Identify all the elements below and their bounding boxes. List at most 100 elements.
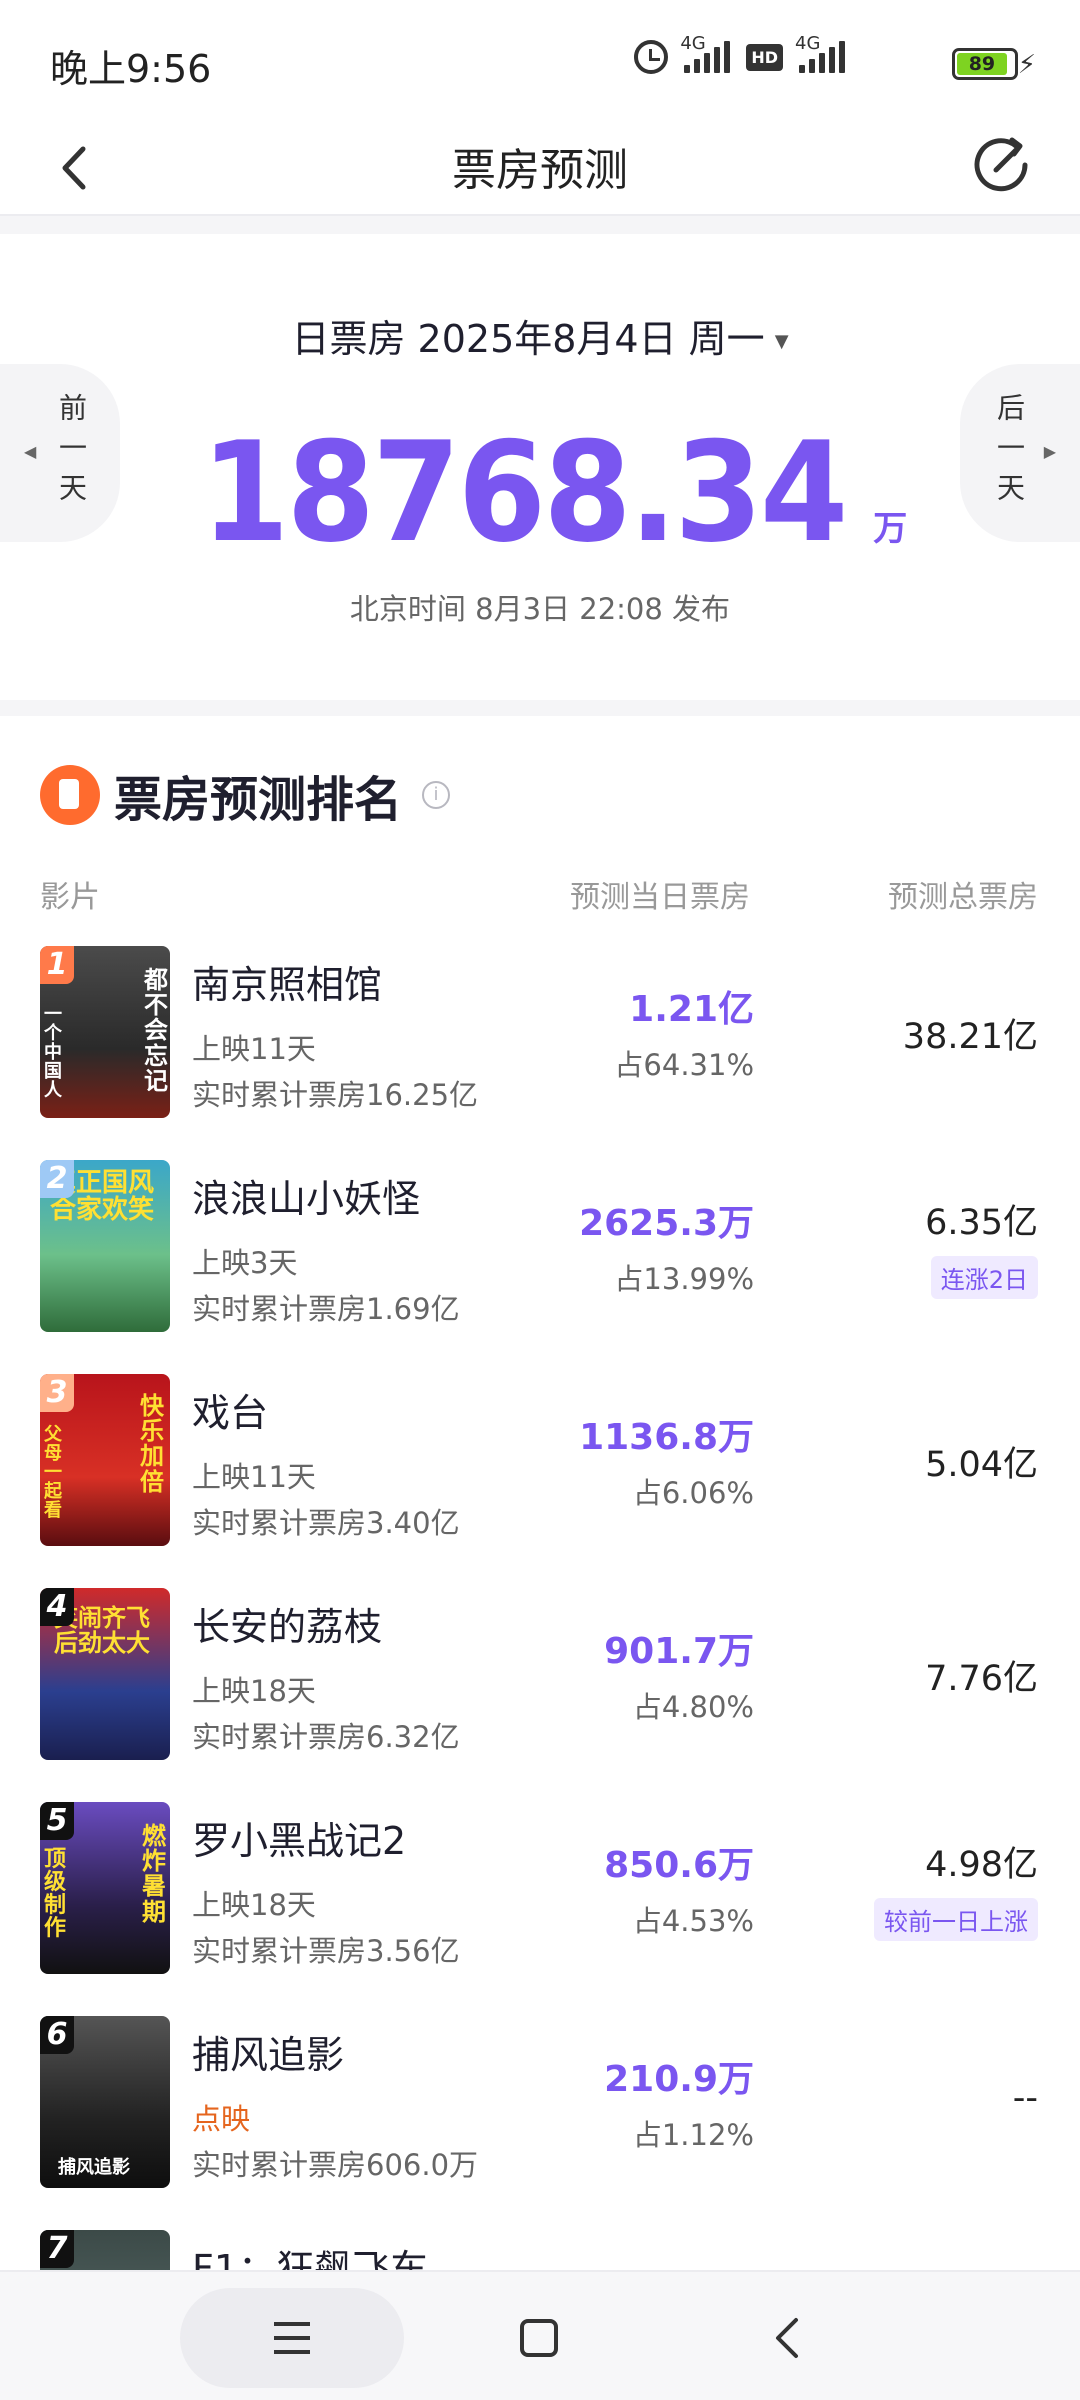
home-button[interactable] bbox=[464, 2288, 614, 2388]
rank-badge: 7 bbox=[40, 2230, 74, 2268]
rank-badge: 3 bbox=[40, 1374, 74, 1412]
film-cumulative: 实时累计票房3.40亿 bbox=[192, 1506, 460, 1540]
film-name: 戏台 bbox=[192, 1391, 269, 1435]
poster-text: 快乐加倍 bbox=[140, 1392, 164, 1496]
film-name: 南京照相馆 bbox=[192, 963, 383, 1007]
film-row[interactable]: 顶级制作 燃炸暑期 5 罗小黑战记2 上映18天 实时累计票房3.56亿 850… bbox=[0, 1802, 1080, 2016]
film-poster: 顶级制作 燃炸暑期 5 bbox=[40, 1802, 170, 1974]
poster-text: 都不会忘记 bbox=[144, 966, 168, 1095]
battery-icon: 89 bbox=[952, 48, 1018, 80]
total-forecast-value: 7.76亿 bbox=[925, 1659, 1038, 1699]
day-forecast-value: 850.6万 bbox=[604, 1845, 754, 1886]
day-forecast-value: 210.9万 bbox=[604, 2059, 754, 2100]
status-time: 晚上9:56 bbox=[50, 47, 212, 91]
nav-bar: 票房预测 bbox=[0, 124, 1080, 216]
total-forecast-value: 6.35亿 bbox=[925, 1203, 1038, 1243]
share-refresh-icon bbox=[974, 137, 1028, 192]
poster-text: 父母一起看 bbox=[44, 1424, 62, 1521]
column-day-forecast: 预测当日票房 bbox=[570, 880, 750, 915]
home-square-icon bbox=[520, 2319, 558, 2357]
date-label: 日票房 2025年8月4日 周一 bbox=[291, 317, 765, 361]
film-name: 浪浪山小妖怪 bbox=[192, 1177, 421, 1221]
film-row[interactable]: 7 F1：狂飙飞车 bbox=[0, 2230, 1080, 2270]
summary-card: 日票房 2025年8月4日 周一 ▼ ◀ 前一天 后一天 ▶ 18768.34 万 … bbox=[0, 234, 1080, 700]
total-forecast-value: 4.98亿 bbox=[925, 1845, 1038, 1885]
network-label: 4G bbox=[680, 33, 706, 54]
alarm-icon bbox=[634, 40, 669, 74]
poster-text: 顶级制作 bbox=[44, 1847, 67, 1942]
signal-icon: 4G bbox=[680, 33, 731, 73]
film-poster: 笑闹齐飞后劲太大 4 bbox=[40, 1588, 170, 1760]
film-name: F1：狂飙飞车 bbox=[192, 2247, 429, 2270]
film-row[interactable]: 捕风追影 6 捕风追影 点映 实时累计票房606.0万 210.9万 占1.12… bbox=[0, 2016, 1080, 2230]
published-time: 北京时间 8月3日 22:08 发布 bbox=[349, 592, 731, 626]
network-label-2: 4G bbox=[795, 33, 821, 54]
day-forecast-value: 1.21亿 bbox=[629, 989, 754, 1030]
day-share: 占13.99% bbox=[614, 1262, 754, 1296]
film-cumulative: 实时累计票房1.69亿 bbox=[192, 1292, 460, 1326]
day-share: 占4.80% bbox=[632, 1690, 754, 1724]
poster-text: 一个中国人 bbox=[44, 1004, 62, 1101]
film-name: 罗小黑战记2 bbox=[192, 1819, 407, 1863]
poster-text: 捕风追影 bbox=[58, 2157, 130, 2179]
film-row[interactable]: 笑闹齐飞后劲太大 4 长安的荔枝 上映18天 实时累计票房6.32亿 901.7… bbox=[0, 1588, 1080, 1802]
ticket-logo-icon bbox=[40, 765, 100, 825]
rank-badge: 2 bbox=[40, 1160, 74, 1198]
share-button[interactable] bbox=[966, 130, 1036, 200]
day-forecast-value: 2625.3万 bbox=[579, 1203, 754, 1244]
day-share: 占1.12% bbox=[632, 2118, 754, 2152]
film-days: 上映18天 bbox=[192, 1888, 316, 1922]
day-forecast-value: 901.7万 bbox=[604, 1631, 754, 1672]
nav-back-button[interactable] bbox=[712, 2288, 862, 2388]
hd-icon: HD bbox=[746, 43, 783, 71]
film-days: 上映11天 bbox=[192, 1032, 316, 1066]
ranking-title: 票房预测排名 bbox=[114, 772, 403, 828]
film-cumulative: 实时累计票房16.25亿 bbox=[192, 1078, 479, 1112]
total-forecast-value: 5.04亿 bbox=[925, 1445, 1038, 1485]
poster-text: 燃炸暑期 bbox=[142, 1822, 166, 1926]
day-share: 占4.53% bbox=[632, 1904, 754, 1938]
signal-icon-2: 4G bbox=[795, 33, 845, 73]
caret-down-icon: ▼ bbox=[774, 331, 789, 352]
ranking-section: 票房预测排名 i 影片 预测当日票房 预测总票房 都不会忘记 一个中国人 1 南… bbox=[0, 716, 1080, 2276]
column-total-forecast: 预测总票房 bbox=[888, 880, 1038, 915]
rank-badge: 4 bbox=[40, 1588, 74, 1626]
day-share: 占6.06% bbox=[632, 1476, 754, 1510]
film-cumulative: 实时累计票房3.56亿 bbox=[192, 1934, 460, 1968]
status-bar: 晚上9:56 4G HD 4G 89 ⚡ bbox=[0, 0, 1080, 124]
battery-level: 89 bbox=[957, 53, 1007, 75]
film-poster: 捕风追影 6 bbox=[40, 2016, 170, 2188]
box-office-unit: 万 bbox=[873, 509, 908, 549]
rank-badge: 1 bbox=[40, 946, 74, 984]
film-row[interactable]: 真正国风合家欢笑 2 浪浪山小妖怪 上映3天 实时累计票房1.69亿 2625.… bbox=[0, 1160, 1080, 1374]
day-share: 占64.31% bbox=[614, 1048, 754, 1082]
film-poster: 快乐加倍 父母一起看 3 bbox=[40, 1374, 170, 1546]
page-title: 票房预测 bbox=[452, 145, 628, 196]
date-selector[interactable]: 日票房 2025年8月4日 周一 ▼ bbox=[0, 308, 1080, 363]
film-days: 上映18天 bbox=[192, 1674, 316, 1708]
film-cumulative: 实时累计票房6.32亿 bbox=[192, 1720, 460, 1754]
trend-tag: 较前一日上涨 bbox=[874, 1898, 1038, 1941]
info-icon[interactable]: i bbox=[422, 781, 451, 809]
film-name: 捕风追影 bbox=[192, 2033, 345, 2077]
day-forecast-value: 1136.8万 bbox=[579, 1417, 754, 1458]
rank-badge: 6 bbox=[40, 2016, 74, 2054]
film-name: 长安的荔枝 bbox=[192, 1605, 383, 1649]
total-forecast-value: 38.21亿 bbox=[902, 1017, 1038, 1057]
film-days: 上映3天 bbox=[192, 1246, 298, 1280]
column-film: 影片 bbox=[40, 880, 100, 915]
film-poster: 真正国风合家欢笑 2 bbox=[40, 1160, 170, 1332]
rank-badge: 5 bbox=[40, 1802, 74, 1840]
nav-back-icon bbox=[776, 2318, 798, 2358]
film-poster: 7 bbox=[40, 2230, 170, 2270]
film-row[interactable]: 快乐加倍 父母一起看 3 戏台 上映11天 实时累计票房3.40亿 1136.8… bbox=[0, 1374, 1080, 1588]
film-row[interactable]: 都不会忘记 一个中国人 1 南京照相馆 上映11天 实时累计票房16.25亿 1… bbox=[0, 946, 1080, 1160]
menu-icon bbox=[274, 2322, 310, 2354]
menu-button[interactable] bbox=[180, 2288, 404, 2388]
film-days: 上映11天 bbox=[192, 1460, 316, 1494]
charging-icon: ⚡ bbox=[1017, 50, 1036, 80]
ranking-header: 票房预测排名 i bbox=[40, 760, 451, 830]
daily-box-office: 18768.34 万 bbox=[0, 412, 1080, 573]
film-days: 点映 bbox=[192, 2102, 251, 2136]
total-forecast-value: -- bbox=[1012, 2078, 1038, 2118]
